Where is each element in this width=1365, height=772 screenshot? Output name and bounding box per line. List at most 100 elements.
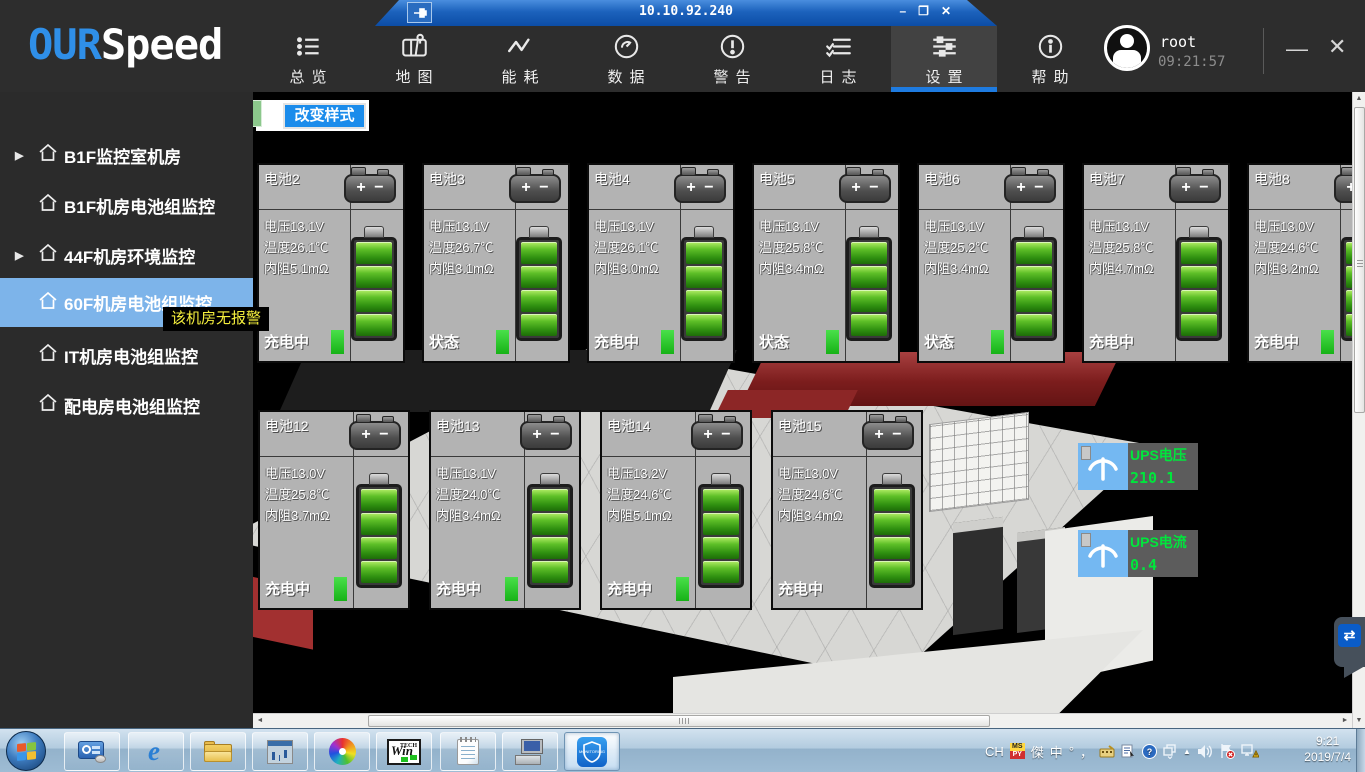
- taskbar-notepad-button[interactable]: [440, 732, 496, 771]
- wintech-logo-icon: WinTECH: [387, 739, 421, 765]
- ime-pen-menu-icon[interactable]: [1121, 744, 1136, 758]
- scroll-left-button[interactable]: ◄: [253, 714, 267, 728]
- battery-readings: 电压13.0V 温度24.6℃ 内阻3.2mΩ: [1254, 216, 1319, 279]
- battery-card[interactable]: 电池5 + − 电压13.1V 温度25.8℃ 内阻3.4mΩ 状态: [752, 163, 900, 363]
- nav-label: 帮助: [1024, 66, 1075, 87]
- nav-data[interactable]: 数据: [573, 26, 679, 92]
- teamviewer-panel-handle[interactable]: ⇄: [1334, 617, 1365, 667]
- status-indicator: [496, 330, 509, 354]
- ime-punctuation-toggle[interactable]: ，: [1080, 742, 1093, 761]
- ups-current-widget[interactable]: UPS电流 0.4: [1078, 530, 1198, 577]
- taskbar-control-panel-button[interactable]: [64, 732, 120, 771]
- battery-card[interactable]: 电池8 + − 电压13.0V 温度24.6℃ 内阻3.2mΩ 充电中: [1247, 163, 1352, 363]
- user-avatar[interactable]: [1104, 25, 1150, 71]
- battery-card[interactable]: 电池4 + − 电压13.1V 温度26.1℃ 内阻3.0mΩ 充电中: [587, 163, 735, 363]
- start-button[interactable]: [6, 731, 46, 771]
- nav-logs[interactable]: 日志: [785, 26, 891, 92]
- taskbar-clock[interactable]: 9:21 2019/7/4: [1304, 733, 1351, 765]
- taskbar-media-viewer-button[interactable]: [314, 732, 370, 771]
- partial-green-button[interactable]: [253, 100, 262, 127]
- nav-energy[interactable]: 能耗: [467, 26, 573, 92]
- taskbar-monitoring-app-button[interactable]: MONITORING: [564, 732, 620, 771]
- help-tray-icon[interactable]: ?: [1142, 744, 1157, 759]
- expand-arrow-icon[interactable]: ▶: [15, 249, 23, 262]
- ups-voltage-widget[interactable]: UPS电压 210.1: [1078, 443, 1198, 490]
- sidebar-item-label: 配电房电池组监控: [64, 393, 200, 418]
- nav-settings[interactable]: 设置: [891, 26, 997, 92]
- show-desktop-button[interactable]: [1356, 729, 1365, 772]
- restore-windows-icon[interactable]: [1163, 744, 1177, 759]
- battery-card[interactable]: 电池13 + − 电压13.1V 温度24.0℃ 内阻3.4mΩ 充电中: [429, 410, 581, 610]
- battery-card[interactable]: 电池7 + − 电压13.1V 温度25.8℃ 内阻4.7mΩ 充电中: [1082, 163, 1230, 363]
- taskbar-workstation-button[interactable]: [502, 732, 558, 771]
- scroll-down-button[interactable]: ▼: [1353, 714, 1365, 728]
- scroll-up-button[interactable]: ▲: [1353, 92, 1365, 106]
- battery-card[interactable]: 电池15 + − 电压13.0V 温度24.6℃ 内阻3.4mΩ 充电中: [771, 410, 923, 610]
- battery-readings: 电压13.1V 温度26.1℃ 内阻3.0mΩ: [594, 216, 659, 279]
- remote-close-button[interactable]: ✕: [941, 4, 951, 18]
- ime-fullwidth-toggle[interactable]: °: [1069, 744, 1074, 759]
- ime-badge[interactable]: 傑: [1031, 742, 1044, 761]
- card-divider: [431, 456, 579, 457]
- battery-voltage: 电压13.1V: [264, 216, 329, 237]
- ime-mode-indicator[interactable]: 中: [1050, 742, 1063, 761]
- expand-arrow-icon[interactable]: ▶: [15, 149, 23, 162]
- status-indicator: [334, 577, 347, 601]
- app-window: OURSpeed 总览 地图 能耗 数据 警告: [0, 0, 1365, 772]
- horizontal-scroll-thumb[interactable]: [368, 715, 990, 727]
- taskbar-internet-explorer-button[interactable]: e: [128, 732, 184, 771]
- battery-voltage: 电压13.0V: [1254, 216, 1319, 237]
- battery-resistance: 内阻5.1mΩ: [607, 505, 672, 526]
- ime-toolbox-icon[interactable]: [1099, 745, 1115, 758]
- battery-card[interactable]: 电池12 + − 电压13.0V 温度25.8℃ 内阻3.7mΩ 充电中: [258, 410, 410, 610]
- language-indicator[interactable]: CH: [985, 744, 1004, 759]
- battery-temperature: 温度25.8℃: [265, 484, 330, 505]
- scroll-right-button[interactable]: ►: [1338, 714, 1352, 728]
- nav-label: 总览: [282, 66, 333, 87]
- taskbar-wintech-button[interactable]: WinTECH: [376, 732, 432, 771]
- battery-resistance: 内阻3.7mΩ: [265, 505, 330, 526]
- taskbar-file-explorer-button[interactable]: [190, 732, 246, 771]
- change-style-button[interactable]: 改变样式: [283, 103, 366, 129]
- battery-terminal-icon: + −: [1169, 174, 1221, 203]
- sidebar-item-b1f-monitor-room[interactable]: ▶ B1F监控室机房: [0, 140, 253, 170]
- horizontal-scrollbar[interactable]: ◄ ►: [253, 713, 1352, 728]
- taskbar-display-window-button[interactable]: [252, 732, 308, 771]
- battery-resistance: 内阻4.7mΩ: [1089, 258, 1154, 279]
- battery-terminal-icon: + −: [862, 421, 914, 450]
- action-center-flag-icon[interactable]: [1219, 743, 1235, 759]
- status-indicator: [826, 330, 839, 354]
- nav-overview[interactable]: 总览: [255, 26, 361, 92]
- battery-name: 电池3: [429, 169, 465, 189]
- ups-label: UPS电压: [1130, 445, 1187, 465]
- battery-card[interactable]: 电池2 + − 电压13.1V 温度26.1℃ 内阻5.1mΩ 充电中: [257, 163, 405, 363]
- sidebar-item-b1f-battery[interactable]: B1F机房电池组监控: [0, 190, 253, 220]
- battery-terminal-icon: + −: [509, 174, 561, 203]
- gauge-meter-icon: [1078, 530, 1128, 577]
- remote-restore-button[interactable]: ❐: [918, 4, 929, 18]
- nav-map[interactable]: 地图: [361, 26, 467, 92]
- sidebar-item-it-battery[interactable]: IT机房电池组监控: [0, 340, 253, 370]
- no-alarm-tooltip: 该机房无报警: [163, 307, 269, 331]
- remote-minimize-button[interactable]: –: [899, 4, 906, 18]
- volume-icon[interactable]: [1197, 744, 1213, 759]
- nav-label: 数据: [600, 66, 651, 87]
- app-close-button[interactable]: ✕: [1328, 34, 1346, 60]
- nav-help[interactable]: 帮助: [997, 26, 1103, 92]
- network-status-icon[interactable]: [1241, 743, 1259, 759]
- sidebar-item-power-room-battery[interactable]: 配电房电池组监控: [0, 390, 253, 420]
- battery-status: 充电中: [1089, 331, 1134, 352]
- app-minimize-button[interactable]: —: [1286, 36, 1308, 62]
- battery-temperature: 温度25.8℃: [759, 237, 824, 258]
- sidebar-item-44f-environment[interactable]: ▶ 44F机房环境监控: [0, 240, 253, 270]
- battery-terminal-icon: + −: [691, 421, 743, 450]
- ime-mspy-icon[interactable]: MSPY: [1010, 743, 1025, 760]
- nav-alerts[interactable]: 警告: [679, 26, 785, 92]
- show-hidden-icons-button[interactable]: ▲: [1183, 747, 1191, 756]
- battery-card[interactable]: 电池6 + − 电压13.1V 温度25.2℃ 内阻3.4mΩ 状态: [917, 163, 1065, 363]
- battery-card[interactable]: 电池14 + − 电压13.2V 温度24.6℃ 内阻5.1mΩ 充电中: [600, 410, 752, 610]
- vertical-scroll-thumb[interactable]: [1354, 107, 1365, 413]
- remote-window-controls: – ❐ ✕: [899, 4, 951, 18]
- status-indicator: [331, 330, 344, 354]
- battery-card[interactable]: 电池3 + − 电压13.1V 温度26.7℃ 内阻3.1mΩ 状态: [422, 163, 570, 363]
